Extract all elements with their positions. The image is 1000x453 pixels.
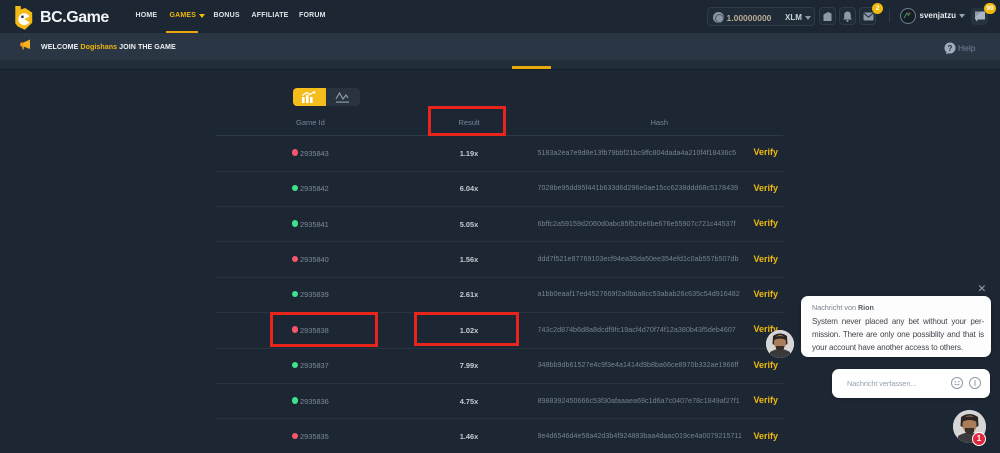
svg-text:?: ? xyxy=(948,43,953,52)
